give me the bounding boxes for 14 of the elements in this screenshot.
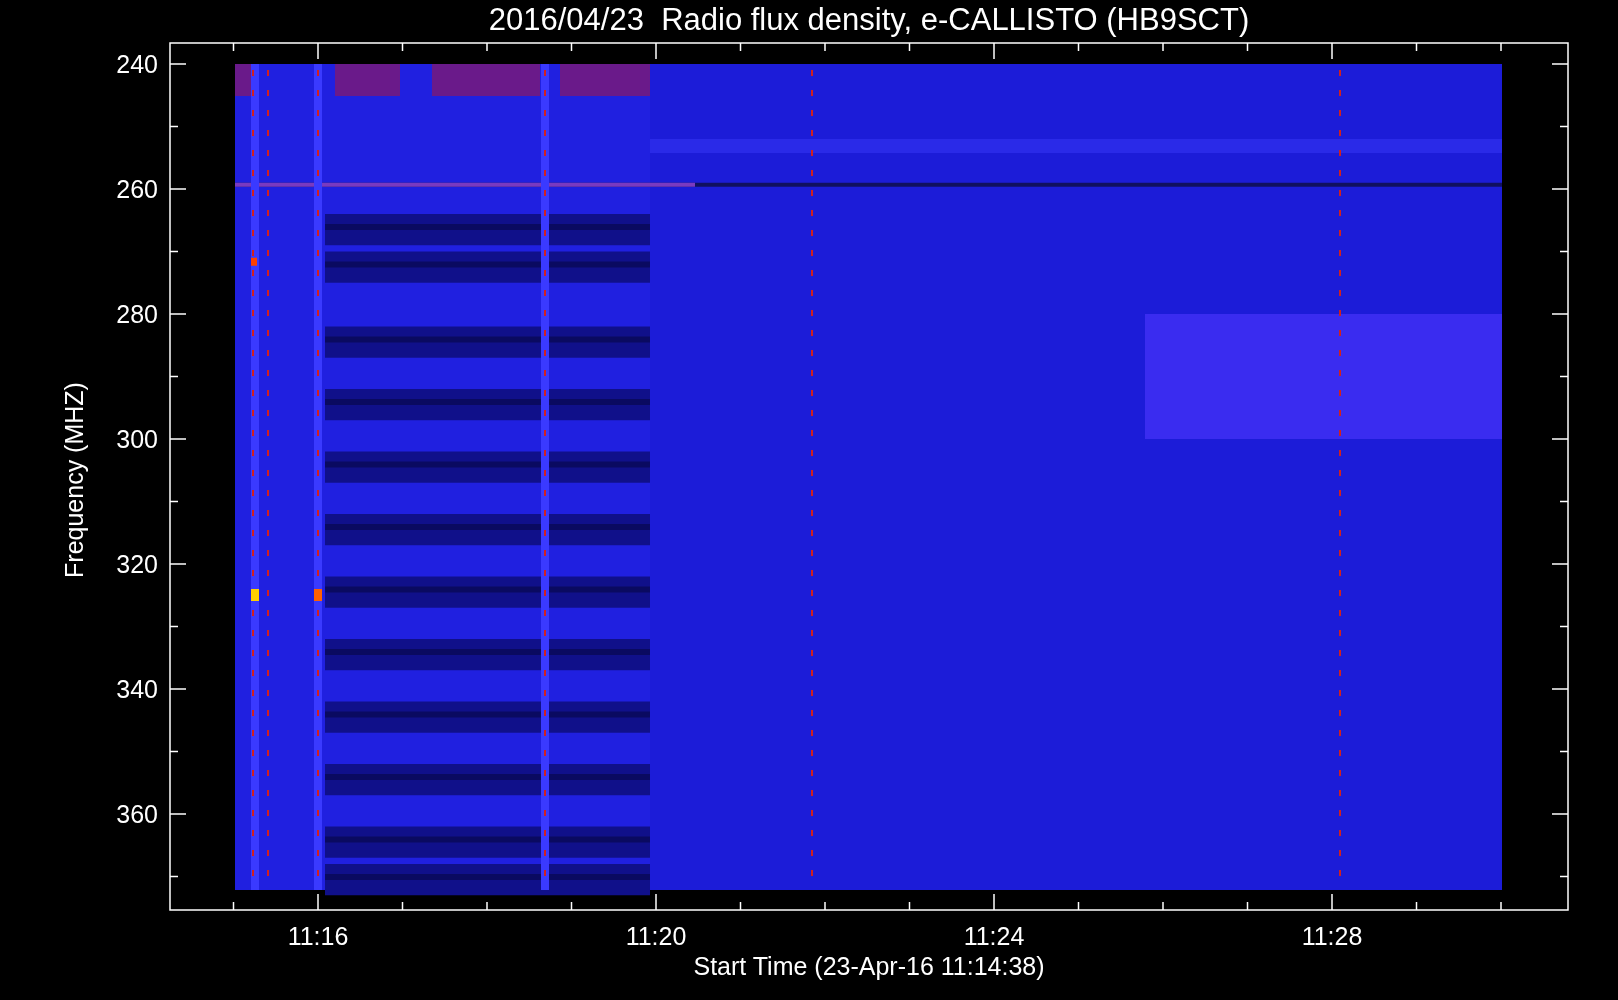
axis-label: Start Time (23-Apr-16 11:14:38) [693,952,1045,980]
tick-label: 11:16 [287,922,349,950]
tick-label: 300 [116,425,158,453]
tick-label: 260 [116,175,158,203]
tick-label: 11:24 [963,922,1025,950]
tick-label: 360 [116,800,158,828]
tick-label: 320 [116,550,158,578]
tick-label: 11:20 [625,922,687,950]
axis-label: Frequency (MHZ) [60,382,88,578]
chart-title: 2016/04/23 Radio flux density, e-CALLISTO (HB9SCT) [488,2,1250,37]
tick-label: 11:28 [1301,922,1363,950]
tick-label: 280 [116,300,158,328]
tick-label: 340 [116,675,158,703]
tick-label: 240 [116,50,158,78]
